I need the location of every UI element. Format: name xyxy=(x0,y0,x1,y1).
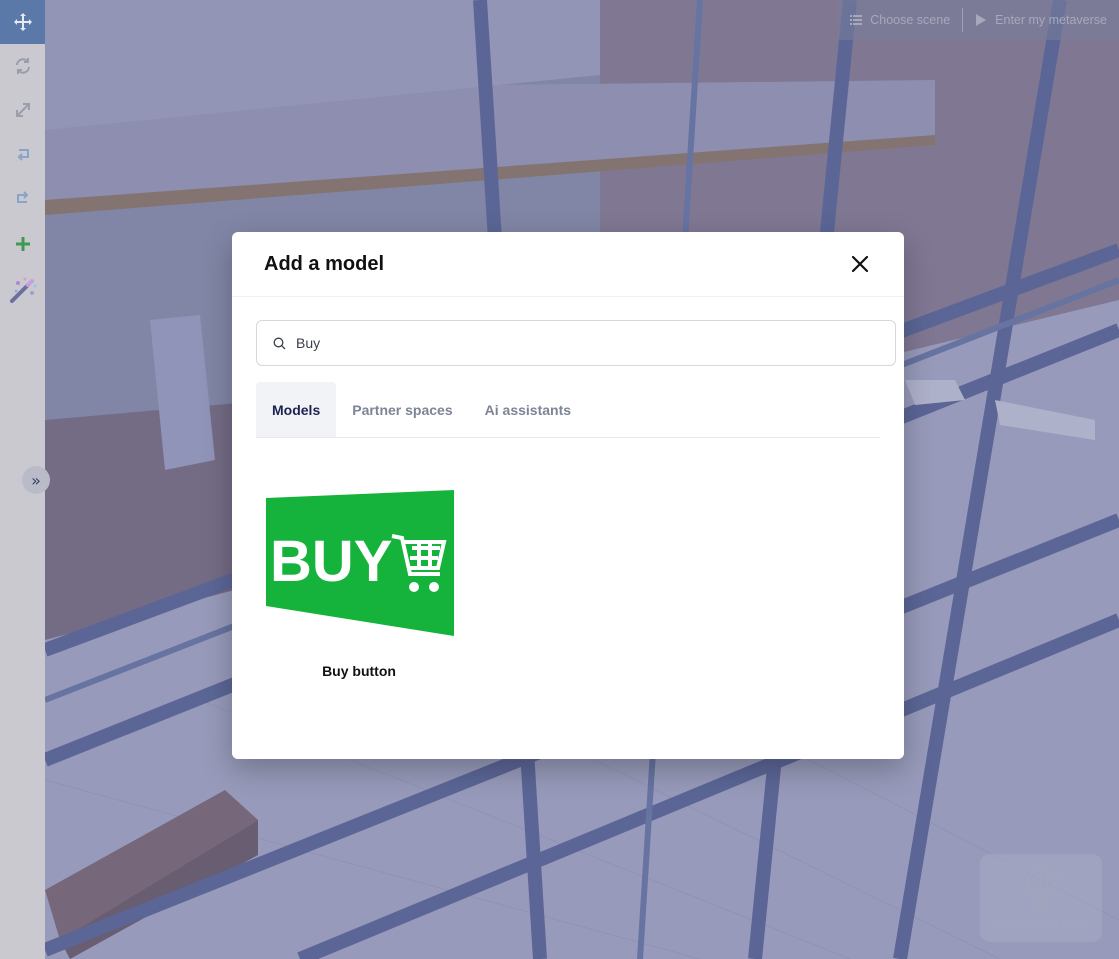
brain-lightbulb-icon xyxy=(1022,867,1060,908)
dialog-header: Add a model xyxy=(232,232,904,297)
tab-models-label: Models xyxy=(272,401,321,418)
choose-scene-button[interactable]: Choose scene xyxy=(838,0,962,40)
model-result-label: Buy button xyxy=(322,663,396,679)
buy-banner-text: BUY xyxy=(270,529,392,594)
tab-partner-spaces[interactable]: Partner spaces xyxy=(336,382,468,437)
dialog-title: Add a model xyxy=(264,252,385,275)
tab-models[interactable]: Models xyxy=(256,382,337,437)
choose-scene-label: Choose scene xyxy=(870,13,951,27)
ai-magic-button[interactable] xyxy=(0,268,45,312)
ai-magic-icon xyxy=(9,277,36,303)
redo-icon xyxy=(16,191,28,203)
unleash-ideas-card[interactable]: Unleash your ideas xyxy=(980,854,1102,942)
left-toolbar: » xyxy=(0,0,50,959)
add-icon xyxy=(15,237,30,251)
expand-sidebar-button[interactable]: » xyxy=(22,466,50,494)
tab-ai-assistants[interactable]: Ai assistants xyxy=(469,382,587,437)
close-icon xyxy=(851,255,869,273)
tab-ai-assistants-label: Ai assistants xyxy=(484,401,572,418)
enter-metaverse-button[interactable]: Enter my metaverse xyxy=(963,0,1119,40)
redo-button[interactable] xyxy=(0,176,45,220)
unleash-ideas-label: Unleash your ideas xyxy=(993,919,1089,931)
model-result-tile[interactable]: BUY Buy button xyxy=(264,488,454,679)
undo-button[interactable] xyxy=(0,132,45,176)
search-field[interactable] xyxy=(256,320,896,366)
search-icon xyxy=(273,337,286,349)
tab-partner-spaces-label: Partner spaces xyxy=(352,401,453,418)
add-model-dialog: Add a model Models Partner spaces Ai ass… xyxy=(232,232,904,759)
list-icon xyxy=(850,15,863,25)
rotate-tool-button[interactable] xyxy=(0,44,45,88)
close-button[interactable] xyxy=(848,252,872,276)
scale-icon xyxy=(15,103,30,117)
move-icon xyxy=(13,13,32,31)
buy-button-thumbnail: BUY xyxy=(266,490,454,636)
category-tabs: Models Partner spaces Ai assistants xyxy=(256,382,880,438)
scale-tool-button[interactable] xyxy=(0,88,45,132)
undo-icon xyxy=(17,149,29,161)
search-input[interactable] xyxy=(294,334,858,352)
play-icon xyxy=(976,14,987,26)
top-action-bar: Choose scene Enter my metaverse xyxy=(838,0,1119,40)
double-chevron-right-icon: » xyxy=(31,470,41,490)
rotate-icon xyxy=(15,58,30,74)
enter-metaverse-label: Enter my metaverse xyxy=(995,13,1107,27)
add-object-button[interactable] xyxy=(0,222,45,266)
move-tool-button[interactable] xyxy=(0,0,45,44)
